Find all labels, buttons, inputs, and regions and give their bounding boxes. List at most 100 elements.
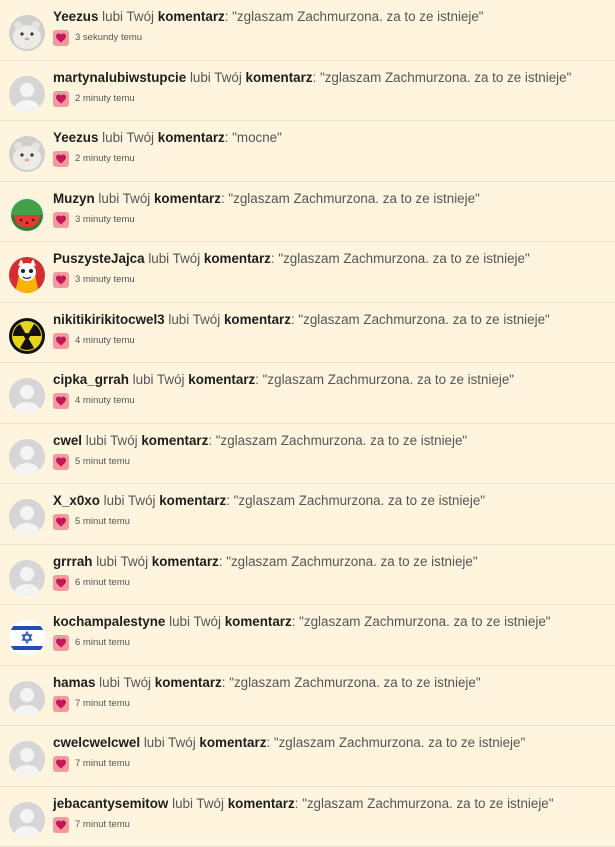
avatar[interactable] xyxy=(9,620,45,656)
notification-list: Yeezus lubi Twój komentarz: "zglaszam Za… xyxy=(0,0,615,847)
comment-link[interactable]: komentarz xyxy=(224,312,291,327)
notification-text: X_x0xo lubi Twój komentarz: "zglaszam Za… xyxy=(53,492,485,510)
notification-item[interactable]: grrrah lubi Twój komentarz: "zglaszam Za… xyxy=(0,545,615,606)
notification-item[interactable]: X_x0xo lubi Twój komentarz: "zglaszam Za… xyxy=(0,484,615,545)
comment-link[interactable]: komentarz xyxy=(225,614,292,629)
timestamp: 7 minut temu xyxy=(75,698,130,709)
notification-meta: 6 minut temu xyxy=(53,575,130,592)
avatar[interactable] xyxy=(9,318,45,354)
username-link[interactable]: martynalubiwstupcie xyxy=(53,70,186,85)
notification-item[interactable]: Yeezus lubi Twój komentarz: "zglaszam Za… xyxy=(0,0,615,61)
default-avatar-icon xyxy=(9,439,45,475)
comment-quote: : "zglaszam Zachmurzona. za to ze istnie… xyxy=(208,433,467,448)
username-link[interactable]: hamas xyxy=(53,675,95,690)
notification-meta: 5 minut temu xyxy=(53,454,130,471)
comment-link[interactable]: komentarz xyxy=(204,251,271,266)
heart-icon xyxy=(53,272,69,288)
username-link[interactable]: Muzyn xyxy=(53,191,95,206)
heart-icon xyxy=(53,151,69,167)
notification-meta: 7 minut temu xyxy=(53,756,130,773)
comment-quote: : "zglaszam Zachmurzona. za to ze istnie… xyxy=(225,9,484,24)
heart-icon xyxy=(53,635,69,651)
avatar[interactable] xyxy=(9,197,45,233)
notification-meta: 4 minuty temu xyxy=(53,393,135,410)
timestamp: 5 minut temu xyxy=(75,516,130,527)
username-link[interactable]: cwelcwelcwel xyxy=(53,735,140,750)
comment-link[interactable]: komentarz xyxy=(246,70,313,85)
avatar[interactable] xyxy=(9,499,45,535)
username-link[interactable]: cwel xyxy=(53,433,82,448)
notification-meta: 2 minuty temu xyxy=(53,151,135,168)
avatar[interactable] xyxy=(9,257,45,293)
notification-item[interactable]: hamas lubi Twój komentarz: "zglaszam Zac… xyxy=(0,666,615,727)
comment-quote: : "zglaszam Zachmurzona. za to ze istnie… xyxy=(291,312,550,327)
comment-link[interactable]: komentarz xyxy=(199,735,266,750)
comment-link[interactable]: komentarz xyxy=(158,130,225,145)
username-link[interactable]: Yeezus xyxy=(53,9,98,24)
notification-item[interactable]: kochampalestyne lubi Twój komentarz: "zg… xyxy=(0,605,615,666)
username-link[interactable]: kochampalestyne xyxy=(53,614,165,629)
timestamp: 4 minuty temu xyxy=(75,335,135,346)
default-avatar-icon xyxy=(9,802,45,838)
username-link[interactable]: PuszysteJajca xyxy=(53,251,145,266)
watermelon-avatar-icon xyxy=(9,197,45,233)
avatar[interactable] xyxy=(9,681,45,717)
comment-link[interactable]: komentarz xyxy=(159,493,226,508)
username-link[interactable]: jebacantysemitow xyxy=(53,796,168,811)
comment-link[interactable]: komentarz xyxy=(158,9,225,24)
notification-item[interactable]: cipka_grrah lubi Twój komentarz: "zglasz… xyxy=(0,363,615,424)
timestamp: 6 minut temu xyxy=(75,637,130,648)
action-text: lubi Twój xyxy=(98,191,150,206)
avatar[interactable] xyxy=(9,15,45,51)
notification-item[interactable]: PuszysteJajca lubi Twój komentarz: "zgla… xyxy=(0,242,615,303)
avatar[interactable] xyxy=(9,378,45,414)
notification-item[interactable]: cwelcwelcwel lubi Twój komentarz: "zglas… xyxy=(0,726,615,787)
comment-link[interactable]: komentarz xyxy=(141,433,208,448)
username-link[interactable]: Yeezus xyxy=(53,130,98,145)
notification-text: nikitikirikitocwel3 lubi Twój komentarz:… xyxy=(53,311,550,329)
comment-link[interactable]: komentarz xyxy=(188,372,255,387)
notification-meta: 6 minut temu xyxy=(53,635,130,652)
radiation-avatar-icon xyxy=(9,318,45,354)
comment-quote: : "zglaszam Zachmurzona. za to ze istnie… xyxy=(221,191,480,206)
avatar[interactable] xyxy=(9,741,45,777)
notification-item[interactable]: nikitikirikitocwel3 lubi Twój komentarz:… xyxy=(0,303,615,364)
comment-quote: : "zglaszam Zachmurzona. za to ze istnie… xyxy=(271,251,530,266)
action-text: lubi Twój xyxy=(169,614,221,629)
notification-item[interactable]: Yeezus lubi Twój komentarz: "mocne" 2 mi… xyxy=(0,121,615,182)
notification-item[interactable]: jebacantysemitow lubi Twój komentarz: "z… xyxy=(0,787,615,847)
default-avatar-icon xyxy=(9,560,45,596)
hamster-avatar-icon xyxy=(9,15,45,51)
notification-meta: 3 sekundy temu xyxy=(53,30,142,47)
notification-text: Yeezus lubi Twój komentarz: "mocne" xyxy=(53,129,282,147)
avatar[interactable] xyxy=(9,136,45,172)
heart-icon xyxy=(53,454,69,470)
notification-item[interactable]: cwel lubi Twój komentarz: "zglaszam Zach… xyxy=(0,424,615,485)
default-avatar-icon xyxy=(9,76,45,112)
timestamp: 2 minuty temu xyxy=(75,93,135,104)
notification-text: martynalubiwstupcie lubi Twój komentarz:… xyxy=(53,69,571,87)
avatar[interactable] xyxy=(9,76,45,112)
comment-link[interactable]: komentarz xyxy=(152,554,219,569)
action-text: lubi Twój xyxy=(102,9,154,24)
avatar[interactable] xyxy=(9,802,45,838)
notification-meta: 3 minuty temu xyxy=(53,272,135,289)
comment-link[interactable]: komentarz xyxy=(155,675,222,690)
timestamp: 3 minuty temu xyxy=(75,274,135,285)
username-link[interactable]: grrrah xyxy=(53,554,92,569)
comment-quote: : "zglaszam Zachmurzona. za to ze istnie… xyxy=(219,554,478,569)
username-link[interactable]: nikitikirikitocwel3 xyxy=(53,312,165,327)
username-link[interactable]: X_x0xo xyxy=(53,493,100,508)
action-text: lubi Twój xyxy=(102,130,154,145)
comment-quote: : "zglaszam Zachmurzona. za to ze istnie… xyxy=(266,735,525,750)
username-link[interactable]: cipka_grrah xyxy=(53,372,129,387)
notification-item[interactable]: martynalubiwstupcie lubi Twój komentarz:… xyxy=(0,61,615,122)
comment-link[interactable]: komentarz xyxy=(154,191,221,206)
avatar[interactable] xyxy=(9,560,45,596)
avatar[interactable] xyxy=(9,439,45,475)
notification-item[interactable]: Muzyn lubi Twój komentarz: "zglaszam Zac… xyxy=(0,182,615,243)
heart-icon xyxy=(53,575,69,591)
timestamp: 6 minut temu xyxy=(75,577,130,588)
comment-link[interactable]: komentarz xyxy=(228,796,295,811)
timestamp: 3 sekundy temu xyxy=(75,32,142,43)
